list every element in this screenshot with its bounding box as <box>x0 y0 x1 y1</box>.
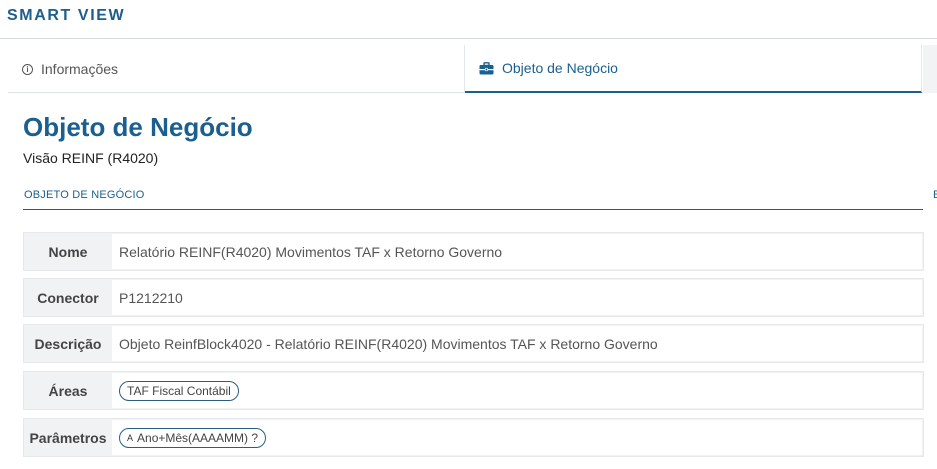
tab-objeto-de-negocio[interactable]: Objeto de Negócio <box>465 45 922 93</box>
app-title: SMART VIEW <box>7 7 126 24</box>
field-label: Áreas <box>48 382 88 399</box>
smart-view-panel: i Informações Objeto de Negócio Objeto d… <box>8 45 937 469</box>
field-value: Relatório REINF(R4020) Movimentos TAF x … <box>112 234 922 269</box>
area-chip[interactable]: TAF Fiscal Contábil <box>119 380 239 401</box>
tab-informacoes[interactable]: i Informações <box>8 45 465 93</box>
clipped-section-label: E <box>933 189 937 201</box>
tab-objeto-de-negocio-label: Objeto de Negócio <box>502 60 618 76</box>
parameter-chip-label: Ano+Mês(AAAAMM) ? <box>137 430 259 445</box>
field-label: Descrição <box>34 335 102 352</box>
parameter-chip[interactable]: A Ano+Mês(AAAAMM) ? <box>119 427 267 448</box>
tab-bar: i Informações Objeto de Negócio <box>8 45 923 93</box>
field-value: A Ano+Mês(AAAAMM) ? <box>112 420 922 455</box>
field-value: P1212210 <box>112 280 922 315</box>
tab-informacoes-label: Informações <box>41 61 119 77</box>
field-label: Parâmetros <box>29 429 107 446</box>
section-label: OBJETO DE NEGÓCIO <box>24 189 145 201</box>
field-label: Nome <box>48 243 88 260</box>
section-divider <box>23 209 923 210</box>
parameter-type-glyph: A <box>127 432 134 443</box>
briefcase-icon <box>479 61 494 75</box>
field-row-descricao: Descrição Objeto ReinfBlock4020 - Relató… <box>23 324 924 363</box>
field-value: Objeto ReinfBlock4020 - Relatório REINF(… <box>112 326 922 361</box>
info-icon: i <box>22 63 33 75</box>
field-row-nome: Nome Relatório REINF(R4020) Movimentos T… <box>23 232 924 271</box>
field-label: Conector <box>37 289 99 306</box>
field-value: TAF Fiscal Contábil <box>112 373 922 408</box>
page-subtitle: Visão REINF (R4020) <box>23 150 159 166</box>
field-row-areas: Áreas TAF Fiscal Contábil <box>23 371 924 410</box>
field-row-conector: Conector P1212210 <box>23 278 924 317</box>
field-row-parametros: Parâmetros A Ano+Mês(AAAAMM) ? <box>23 418 924 457</box>
business-object-content: Objeto de Negócio Visão REINF (R4020) OB… <box>8 93 937 469</box>
app-header: SMART VIEW <box>0 0 937 39</box>
page-title: Objeto de Negócio <box>23 112 253 142</box>
